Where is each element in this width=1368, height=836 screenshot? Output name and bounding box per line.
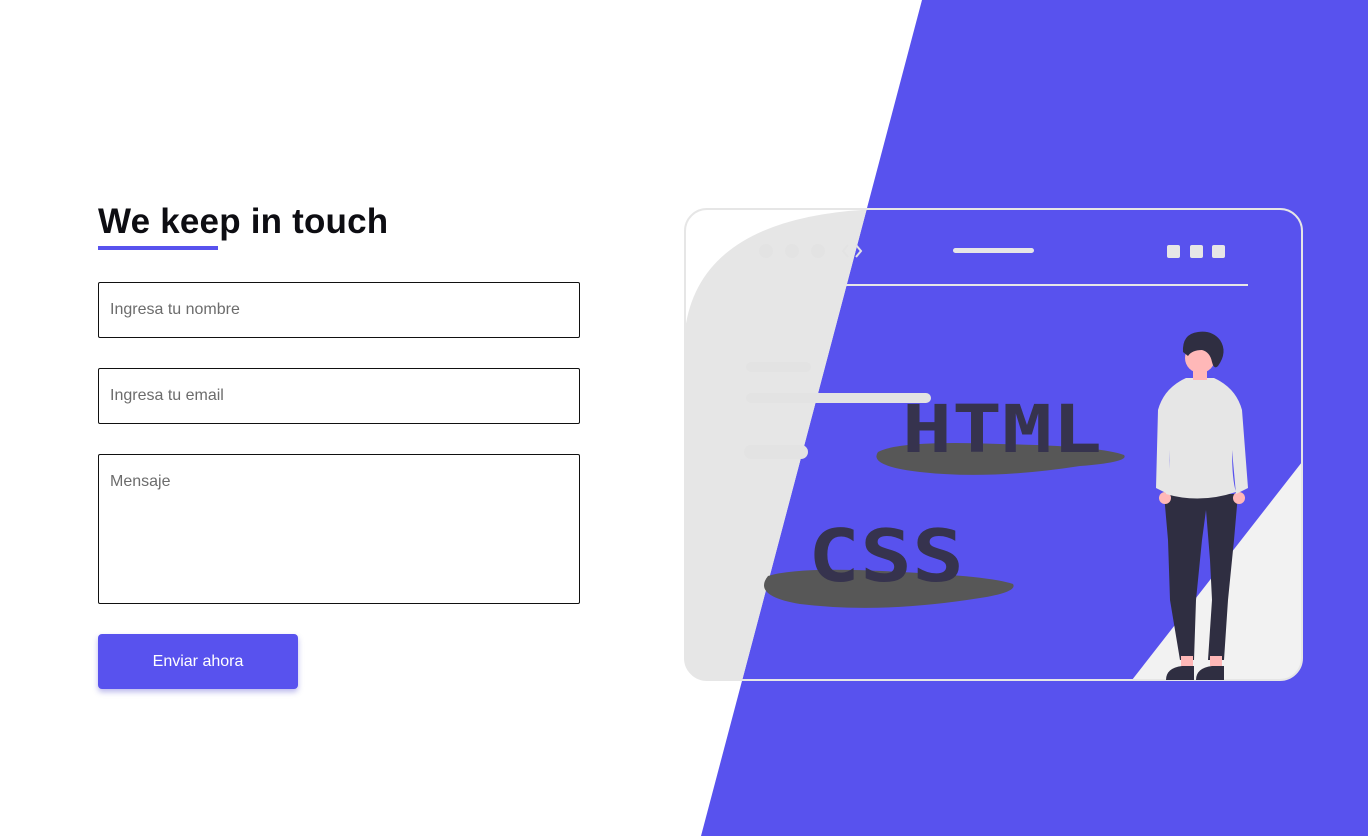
send-button[interactable]: Enviar ahora xyxy=(98,634,298,689)
contact-form: We keep in touch Enviar ahora xyxy=(98,200,580,689)
email-input[interactable] xyxy=(98,368,580,424)
message-textarea[interactable] xyxy=(98,454,580,604)
page-title: We keep in touch xyxy=(98,202,389,241)
name-input[interactable] xyxy=(98,282,580,338)
title-underline xyxy=(98,246,218,250)
